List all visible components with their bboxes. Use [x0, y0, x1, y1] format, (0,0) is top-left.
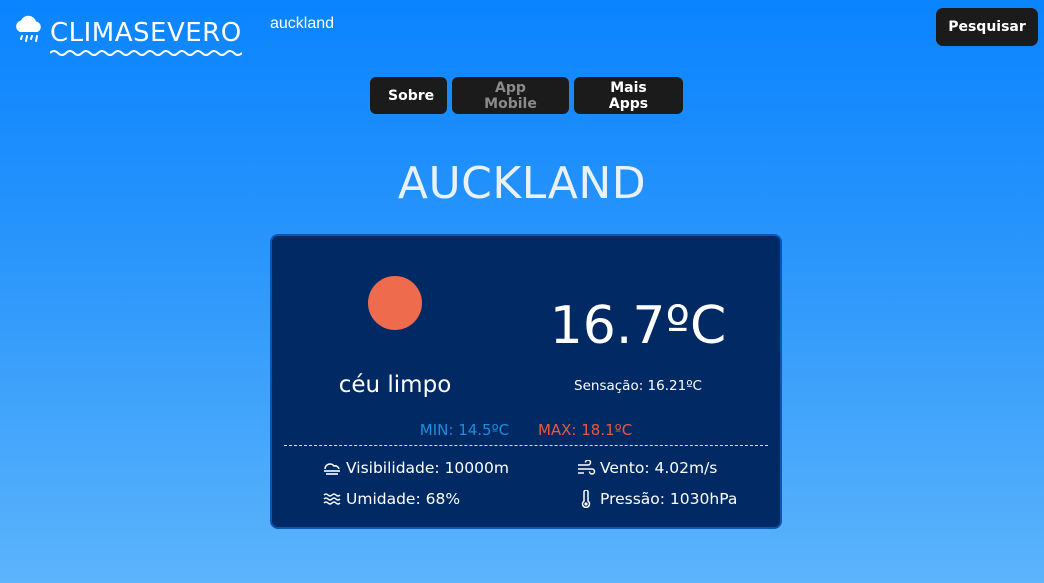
cloud-rain-icon: [16, 15, 41, 42]
nav-about-button[interactable]: Sobre: [370, 77, 447, 114]
pressure-label: Pressão: 1030hPa: [600, 490, 738, 508]
max-temperature: MAX: 18.1ºC: [537, 421, 633, 439]
sun-icon: [368, 276, 422, 330]
min-temperature: MIN: 14.5ºC: [419, 421, 510, 439]
search-button[interactable]: Pesquisar: [936, 8, 1038, 46]
feels-like: Sensação: 16.21ºC: [574, 378, 702, 394]
nav-bar: Sobre App Mobile Mais Apps: [370, 77, 683, 114]
weather-card: céu limpo 16.7ºC Sensação: 16.21ºC MIN: …: [270, 234, 782, 529]
search-input[interactable]: [268, 8, 921, 46]
nav-app-mobile-button[interactable]: App Mobile: [452, 77, 569, 114]
visibility-stat: Visibilidade: 10000m: [322, 459, 509, 477]
temperature: 16.7ºC: [549, 296, 727, 356]
visibility-icon: [324, 463, 340, 475]
humidity-icon: [323, 493, 341, 505]
wind-label: Vento: 4.02m/s: [600, 459, 718, 477]
nav-more-apps-button[interactable]: Mais Apps: [574, 77, 683, 114]
min-max: MIN: 14.5ºC MAX: 18.1ºC: [272, 421, 780, 439]
weather-description: céu limpo: [338, 372, 452, 398]
divider: [284, 445, 768, 446]
logo-text: CLIMASEVERO: [50, 18, 242, 48]
logo[interactable]: CLIMASEVERO: [12, 10, 242, 56]
city-name: AUCKLAND: [397, 158, 647, 209]
wind-icon: [578, 460, 596, 475]
visibility-label: Visibilidade: 10000m: [346, 459, 509, 477]
pressure-stat: Pressão: 1030hPa: [576, 490, 737, 508]
wind-stat: Vento: 4.02m/s: [576, 459, 717, 477]
humidity-label: Umidade: 68%: [346, 490, 461, 508]
humidity-stat: Umidade: 68%: [322, 490, 460, 508]
thermometer-icon: [581, 490, 591, 508]
